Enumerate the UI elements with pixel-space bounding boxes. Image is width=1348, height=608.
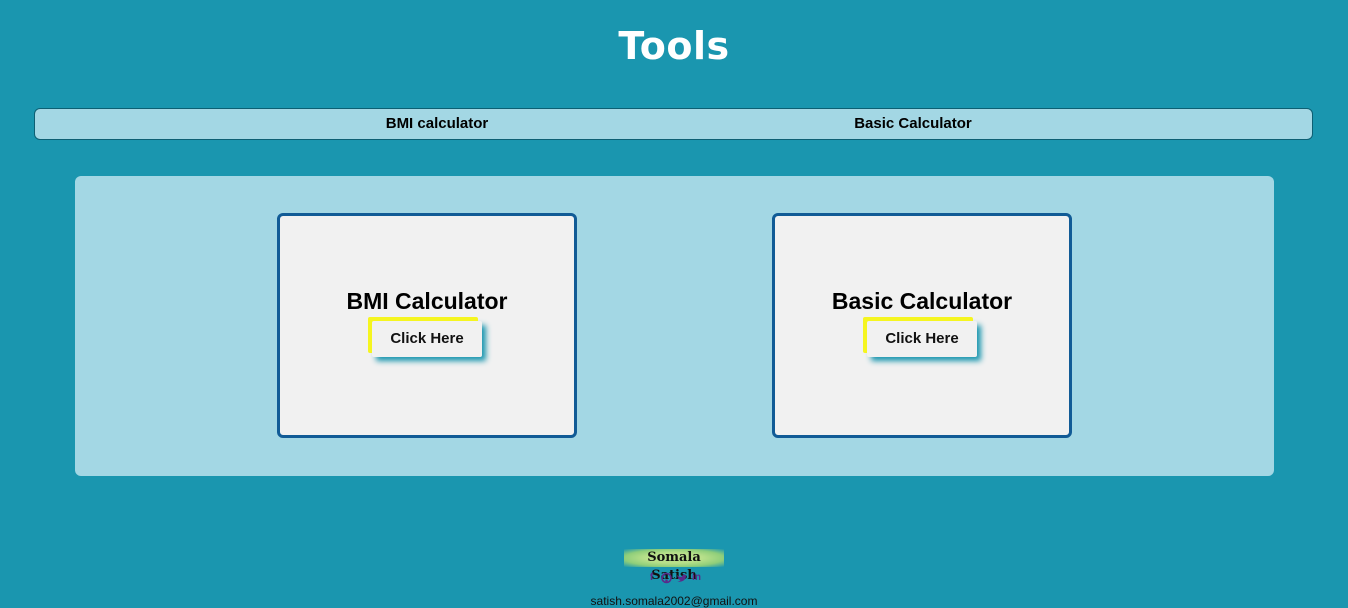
basic-click-here-button[interactable]: Click Here	[867, 321, 977, 357]
footer-email[interactable]: satish.somala2002@gmail.com	[0, 594, 1348, 608]
page-title: Tools	[618, 24, 730, 68]
social-links: f in	[644, 572, 704, 586]
bmi-click-here-button[interactable]: Click Here	[372, 321, 482, 357]
nav-link-bmi-calculator[interactable]: BMI calculator	[365, 109, 509, 139]
nav-link-basic-calculator[interactable]: Basic Calculator	[841, 109, 985, 139]
linkedin-icon[interactable]: in	[691, 572, 702, 584]
navbar: BMI calculator Basic Calculator	[34, 108, 1313, 140]
bmi-calculator-card: BMI Calculator Click Here	[277, 213, 577, 438]
card-title: Basic Calculator	[831, 288, 1013, 314]
footer-author-name: Somala Satish	[624, 549, 724, 583]
card-title: BMI Calculator	[346, 288, 508, 314]
tools-panel: BMI Calculator Click Here Basic Calculat…	[75, 176, 1274, 476]
facebook-icon[interactable]: f	[646, 572, 657, 584]
twitter-icon[interactable]	[676, 572, 687, 584]
github-icon[interactable]	[661, 572, 672, 584]
basic-calculator-card: Basic Calculator Click Here	[772, 213, 1072, 438]
